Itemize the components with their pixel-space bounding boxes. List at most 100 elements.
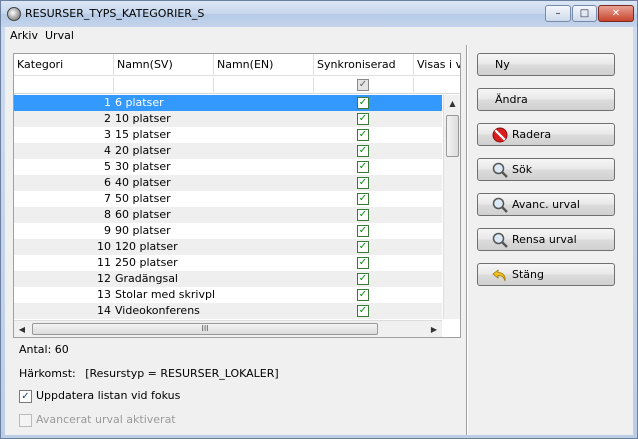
table-row[interactable]: 11 250 platser ✓ [14, 255, 442, 271]
column-header-kategori[interactable]: Kategori [14, 54, 114, 76]
close-button[interactable]: ✕ [598, 5, 634, 22]
synced-checkbox[interactable]: ✓ [357, 193, 369, 205]
search-button[interactable]: Sök [477, 158, 615, 181]
table-row[interactable]: 10 120 platser ✓ [14, 239, 442, 255]
cell-synkroniserad: ✓ [314, 111, 414, 127]
magnifier-icon [492, 197, 508, 213]
table-row[interactable]: 14 Videokonferens ✓ [14, 303, 442, 319]
advanced-selection-button-label: Avanc. urval [512, 198, 580, 211]
column-header-namn-en[interactable]: Namn(EN) [214, 54, 314, 76]
synced-checkbox[interactable]: ✓ [357, 257, 369, 269]
synced-checkbox[interactable]: ✓ [357, 241, 369, 253]
cell-kategori: 1 [104, 96, 111, 109]
advanced-selection-button[interactable]: Avanc. urval [477, 193, 615, 216]
grid-rows: 1 6 platser ✓ 2 10 platser ✓ 3 15 platser ✓ 4 20 p… [14, 95, 442, 319]
table-row[interactable]: 8 60 platser ✓ [14, 207, 442, 223]
synced-checkbox[interactable]: ✓ [357, 273, 369, 285]
cell-namn-sv: 250 platser [115, 256, 178, 269]
column-header-visas[interactable]: Visas i v [414, 54, 460, 76]
category-grid[interactable]: Kategori Namn(SV) Namn(EN) Synkroniserad… [13, 53, 461, 338]
synced-checkbox[interactable]: ✓ [357, 97, 369, 109]
cell-kategori: 2 [104, 112, 111, 125]
table-row[interactable]: 3 15 platser ✓ [14, 127, 442, 143]
synced-checkbox[interactable]: ✓ [357, 177, 369, 189]
cell-kategori: 12 [97, 272, 111, 285]
synced-checkbox[interactable]: ✓ [357, 225, 369, 237]
delete-button[interactable]: Radera [477, 123, 615, 146]
table-row[interactable]: 9 90 platser ✓ [14, 223, 442, 239]
update-on-focus-checkbox[interactable]: ✓ [19, 390, 32, 403]
table-row[interactable]: 13 Stolar med skrivpl... ✓ [14, 287, 442, 303]
table-row[interactable]: 7 50 platser ✓ [14, 191, 442, 207]
synced-checkbox[interactable]: ✓ [357, 113, 369, 125]
synced-checkbox[interactable]: ✓ [357, 129, 369, 141]
vertical-scrollbar[interactable]: ▲ [443, 95, 460, 319]
app-window: RESURSER_TYPS_KATEGORIER_S – □ ✕ Arkiv U… [0, 0, 638, 439]
synced-checkbox[interactable]: ✓ [357, 209, 369, 221]
no-entry-icon [492, 127, 508, 143]
synced-checkbox[interactable]: ✓ [357, 289, 369, 301]
search-button-label: Sök [512, 163, 533, 176]
clear-selection-button[interactable]: Rensa urval [477, 228, 615, 251]
title-bar[interactable]: RESURSER_TYPS_KATEGORIER_S – □ ✕ [1, 1, 637, 27]
minimize-button[interactable]: – [545, 5, 571, 22]
cell-kategori: 13 [97, 288, 111, 301]
horizontal-scrollbar[interactable]: ◀ III ▶ [14, 320, 442, 337]
scroll-left-arrow-icon[interactable]: ◀ [14, 321, 30, 337]
edit-button[interactable]: Ändra [477, 88, 615, 111]
table-row[interactable]: 12 Gradängsal ✓ [14, 271, 442, 287]
cell-kategori: 6 [104, 176, 111, 189]
cell-namn-sv: 15 platser [115, 128, 171, 141]
cell-kategori: 9 [104, 224, 111, 237]
filter-synkroniserad[interactable]: ✓ [314, 77, 414, 94]
origin-label: Härkomst: [19, 367, 76, 380]
cell-synkroniserad: ✓ [314, 95, 414, 111]
update-on-focus-label: Uppdatera listan vid fokus [36, 389, 181, 402]
maximize-button[interactable]: □ [572, 5, 597, 22]
cell-synkroniserad: ✓ [314, 143, 414, 159]
synced-checkbox[interactable]: ✓ [357, 305, 369, 317]
filter-kategori[interactable] [14, 77, 114, 94]
grid-header: Kategori Namn(SV) Namn(EN) Synkroniserad… [14, 54, 460, 76]
table-row[interactable]: 4 20 platser ✓ [14, 143, 442, 159]
cell-synkroniserad: ✓ [314, 255, 414, 271]
cell-synkroniserad: ✓ [314, 175, 414, 191]
new-button[interactable]: Ny [477, 53, 615, 76]
close-dialog-button[interactable]: Stäng [477, 263, 615, 286]
cell-kategori: 4 [104, 144, 111, 157]
column-header-namn-sv[interactable]: Namn(SV) [114, 54, 214, 76]
vertical-scroll-thumb[interactable] [446, 115, 459, 157]
synced-checkbox[interactable]: ✓ [357, 161, 369, 173]
cell-namn-sv: Stolar med skrivpl... [115, 288, 214, 301]
filter-visas[interactable] [414, 77, 460, 94]
column-header-synkroniserad[interactable]: Synkroniserad [314, 54, 414, 76]
menu-urval[interactable]: Urval [45, 29, 74, 42]
synced-checkbox[interactable]: ✓ [357, 145, 369, 157]
menu-arkiv[interactable]: Arkiv [10, 29, 38, 42]
filter-namn-en[interactable] [214, 77, 314, 94]
undo-arrow-icon [492, 269, 506, 282]
horizontal-scroll-thumb[interactable]: III [32, 323, 378, 335]
filter-checkbox[interactable]: ✓ [357, 79, 369, 91]
scroll-right-arrow-icon[interactable]: ▶ [426, 321, 442, 337]
table-row[interactable]: 5 30 platser ✓ [14, 159, 442, 175]
table-row[interactable]: 6 40 platser ✓ [14, 175, 442, 191]
panel-divider [466, 45, 468, 435]
cell-synkroniserad: ✓ [314, 127, 414, 143]
cell-kategori: 8 [104, 208, 111, 221]
cell-namn-sv: 50 platser [115, 192, 171, 205]
cell-synkroniserad: ✓ [314, 159, 414, 175]
close-dialog-button-label: Stäng [512, 268, 544, 281]
clear-selection-button-label: Rensa urval [512, 233, 577, 246]
cell-kategori: 14 [97, 304, 111, 317]
origin-value: [Resurstyp = RESURSER_LOKALER] [85, 367, 279, 380]
window-title: RESURSER_TYPS_KATEGORIER_S [25, 7, 205, 20]
cell-synkroniserad: ✓ [314, 207, 414, 223]
scroll-up-arrow-icon[interactable]: ▲ [444, 95, 460, 112]
table-row[interactable]: 1 6 platser ✓ [14, 95, 442, 111]
table-row[interactable]: 2 10 platser ✓ [14, 111, 442, 127]
filter-namn-sv[interactable] [114, 77, 214, 94]
magnifier-icon [492, 232, 508, 248]
cell-namn-sv: 10 platser [115, 112, 171, 125]
delete-button-label: Radera [512, 128, 552, 141]
